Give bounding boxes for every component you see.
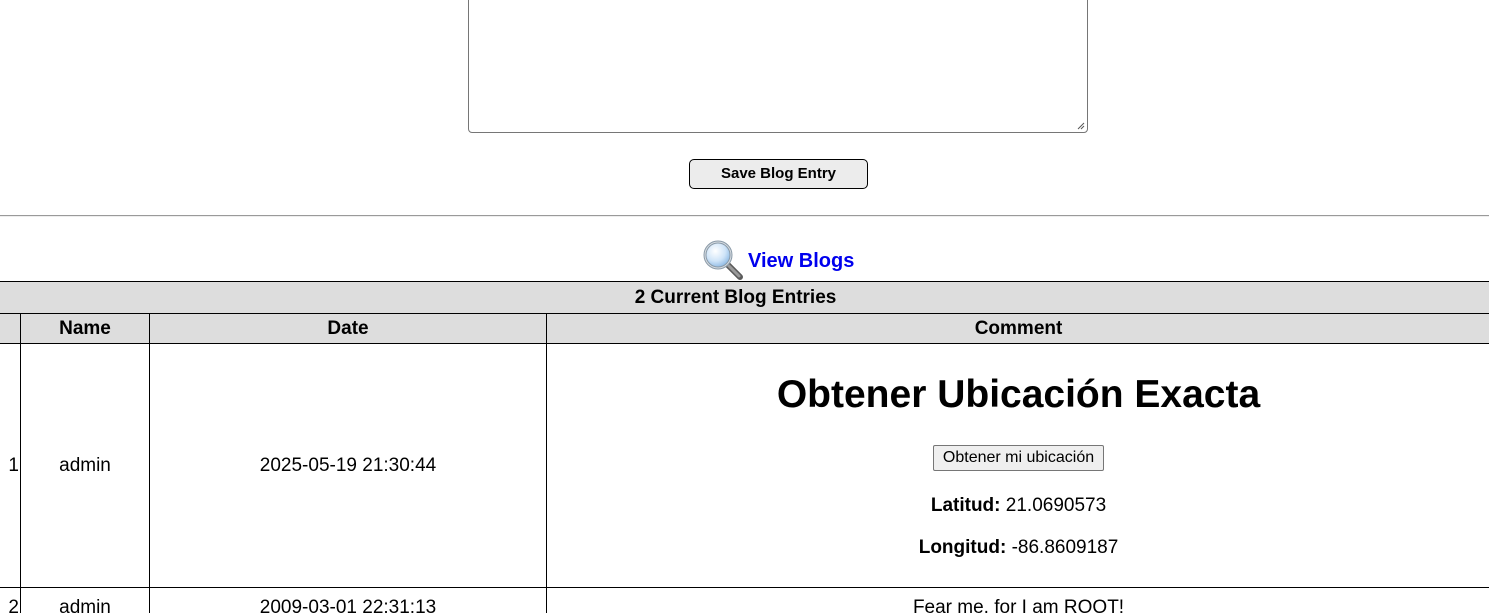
view-blogs-link[interactable]: View Blogs [702, 240, 854, 280]
row-name: admin [20, 343, 150, 588]
divider [0, 215, 1489, 217]
column-header-comment: Comment [545, 313, 1489, 344]
table-row: 1 admin 2025-05-19 21:30:44 Obtener Ubic… [0, 343, 1489, 588]
row-comment: Fear me, for I am ROOT! [545, 587, 1489, 613]
latitude-line: Latitud: 21.0690573 [547, 495, 1489, 517]
row-comment: Obtener Ubicación Exacta Obtener mi ubic… [545, 343, 1489, 588]
column-header-number [0, 313, 21, 344]
longitude-label: Longitud: [918, 536, 1007, 558]
row-name: admin [20, 587, 150, 613]
table-row: 2 admin 2009-03-01 22:31:13 Fear me, for… [0, 587, 1489, 613]
longitude-value: -86.8609187 [1011, 536, 1119, 558]
save-blog-entry-button[interactable]: Save Blog Entry [689, 159, 868, 189]
magnifier-icon [703, 240, 743, 280]
row-number: 2 [0, 587, 21, 613]
get-location-button[interactable]: Obtener mi ubicación [932, 444, 1105, 471]
blog-entries-table: 2 Current Blog Entries Name Date Comment… [0, 281, 1489, 613]
longitude-line: Longitud: -86.8609187 [547, 537, 1489, 559]
blog-entry-textarea[interactable] [468, 0, 1088, 133]
latitude-label: Latitud: [930, 494, 1001, 516]
row-number: 1 [0, 343, 21, 588]
view-blogs-label: View Blogs [748, 249, 855, 272]
comment-heading: Obtener Ubicación Exacta [776, 372, 1261, 416]
latitude-value: 21.0690573 [1005, 494, 1107, 516]
column-header-name: Name [20, 313, 150, 344]
table-caption: 2 Current Blog Entries [0, 281, 1489, 314]
row-date: 2025-05-19 21:30:44 [149, 343, 547, 588]
page: Save Blog Entry View Blogs 2 Current Blo… [0, 0, 1489, 613]
resize-grip-icon[interactable] [1076, 121, 1085, 130]
row-date: 2009-03-01 22:31:13 [149, 587, 547, 613]
column-header-date: Date [149, 313, 547, 344]
